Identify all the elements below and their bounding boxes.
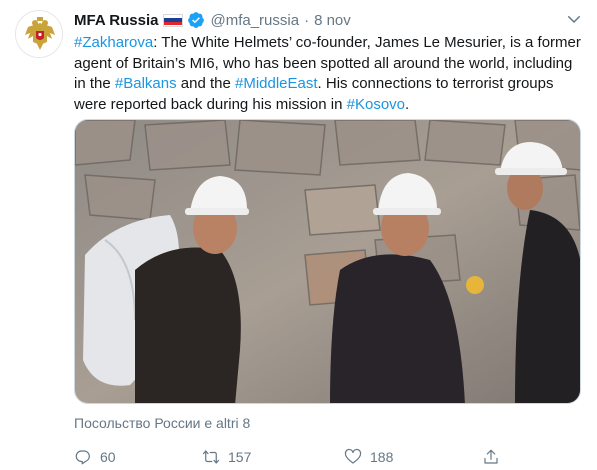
tweet-actions: 60 157 188 (74, 448, 514, 470)
hashtag-middleeast[interactable]: #MiddleEast (235, 75, 318, 92)
account-name[interactable]: MFA Russia (74, 12, 158, 29)
russia-flag-icon (163, 13, 184, 27)
hashtag-kosovo[interactable]: #Kosovo (347, 96, 405, 113)
chevron-down-icon[interactable] (565, 10, 583, 28)
like-count: 188 (370, 449, 394, 465)
tweet-photo[interactable] (74, 119, 581, 404)
reply-icon (75, 450, 90, 465)
verified-badge-icon (188, 12, 205, 28)
separator: · (304, 11, 310, 29)
tweet-text-part: and the (176, 75, 235, 92)
tweet-date[interactable]: 8 nov (314, 12, 351, 29)
reply-count: 60 (100, 449, 116, 465)
tweet-text-part: . (405, 95, 410, 113)
share-icon (484, 449, 498, 464)
retweet-count: 157 (228, 449, 252, 465)
tweet-text: #Zakharova: The White Helmets’ co-founde… (74, 33, 586, 115)
like-button[interactable]: 188 (344, 448, 393, 466)
liked-by-line[interactable]: Посольство России e altri 8 (74, 415, 250, 431)
account-handle[interactable]: @mfa_russia (210, 12, 299, 29)
photo-image (75, 120, 580, 403)
hashtag-balkans[interactable]: #Balkans (115, 75, 177, 92)
retweet-button[interactable]: 157 (202, 448, 251, 466)
tweet-card[interactable]: MFA Russia @mfa_russia · 8 nov #Zakharov… (0, 0, 597, 470)
avatar[interactable] (15, 10, 63, 58)
like-icon (344, 448, 362, 464)
tweet-header: MFA Russia @mfa_russia · 8 nov (74, 10, 351, 30)
hashtag-zakharova[interactable]: #Zakharova (74, 34, 153, 51)
coat-of-arms-icon (16, 11, 62, 57)
retweet-icon (202, 450, 220, 464)
share-button[interactable] (482, 448, 508, 466)
reply-button[interactable]: 60 (74, 448, 116, 466)
